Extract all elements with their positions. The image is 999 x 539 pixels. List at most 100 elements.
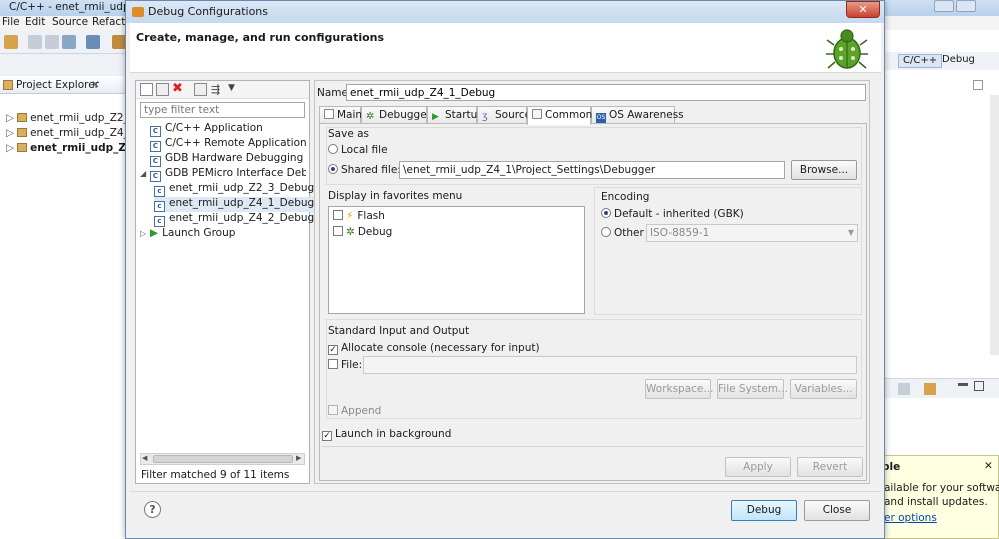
config-icon: c [154, 201, 165, 212]
print-icon[interactable] [62, 35, 76, 49]
delete-icon[interactable]: ✖ [172, 82, 185, 96]
bug-icon: ✲ [366, 111, 375, 122]
tab-source[interactable]: ʒ Source [477, 106, 531, 124]
project-explorer-header: Project Explorer ✕ [0, 76, 130, 94]
chevron-down-icon: ▼ [847, 228, 854, 237]
scrollbar[interactable] [990, 95, 999, 355]
close-button[interactable]: Close [804, 500, 870, 521]
app-icon [132, 7, 144, 17]
checkbox-icon [328, 359, 338, 369]
checkbox-icon: ✓ [328, 345, 338, 355]
menu-edit[interactable]: Edit [25, 16, 45, 28]
dialog-title: Debug Configurations [148, 5, 269, 18]
tree-item-config[interactable]: c enet_rmii_udp_Z2_3_Debug [154, 182, 314, 197]
separator [130, 491, 881, 492]
append-checkbox[interactable]: Append [328, 405, 381, 417]
separator [322, 446, 864, 447]
save-all-icon[interactable] [45, 35, 59, 49]
maximize-icon[interactable] [974, 381, 984, 391]
dialog-close-button[interactable]: ✕ [846, 1, 880, 18]
chevron-down-icon[interactable]: ▼ [228, 83, 241, 96]
new-icon[interactable] [4, 35, 18, 49]
common-tab-icon [532, 109, 542, 119]
notification-link[interactable]: er options [884, 512, 937, 524]
output-file-input[interactable] [363, 356, 857, 374]
tree-item-launch-group[interactable]: ▷ ▶ Launch Group [140, 227, 235, 242]
tree-item-cpp-remote[interactable]: C C/C++ Remote Application [140, 137, 307, 152]
encoding-other-radio[interactable]: Other [601, 227, 644, 239]
tree-item-gdb-pemicro[interactable]: ◢CGDB PEMicro Interface Debugg [140, 167, 306, 182]
minimize-button[interactable] [934, 0, 954, 12]
new-view-icon[interactable] [924, 383, 936, 395]
allocate-console-checkbox[interactable]: ✓ Allocate console (necessary for input) [328, 342, 540, 355]
scroll-left-icon[interactable]: ◀ [142, 454, 147, 462]
scroll-right-icon[interactable]: ▶ [296, 454, 301, 462]
menu-file[interactable]: File [2, 16, 20, 28]
tree-item-config[interactable]: c enet_rmii_udp_Z4_2_Debug [154, 212, 314, 227]
tree-item-cpp-application[interactable]: C C/C++ Application [140, 122, 263, 137]
gdb-pemicro-icon: C [150, 171, 161, 182]
radio-icon [601, 208, 611, 218]
close-icon[interactable]: ✕ [984, 460, 993, 472]
shared-file-radio[interactable]: Shared file: [328, 164, 401, 176]
collapse-all-icon[interactable] [194, 83, 207, 96]
view-menu-icon[interactable] [898, 383, 910, 395]
revert-button[interactable]: Revert [797, 457, 863, 477]
variables-button[interactable]: Variables... [790, 379, 857, 399]
favorite-debug[interactable]: ✲ Debug [333, 226, 392, 238]
tab-main[interactable]: Main [319, 106, 362, 124]
expand-arrow-icon[interactable]: ▷ [140, 229, 150, 238]
debug-button[interactable]: Debug [731, 500, 797, 521]
local-file-radio[interactable]: Local file [328, 144, 388, 156]
radio-icon [328, 164, 338, 174]
build-icon[interactable] [86, 35, 100, 49]
encoding-title: Encoding [601, 191, 650, 203]
duplicate-icon[interactable] [156, 83, 169, 96]
favorites-list: ⚡ Flash ✲ Debug [328, 206, 585, 314]
tree-item-gdb-hardware[interactable]: C GDB Hardware Debugging [140, 152, 303, 167]
tree-item-config-selected[interactable]: c enet_rmii_udp_Z4_1_Debug [154, 197, 317, 212]
horizontal-scrollbar[interactable]: ◀ ▶ [140, 453, 305, 465]
encoding-default-radio[interactable]: Default - inherited (GBK) [601, 208, 744, 220]
workspace-button[interactable]: Workspace... [645, 379, 713, 399]
apply-button[interactable]: Apply [725, 457, 791, 477]
tab-os-awareness[interactable]: OS OS Awareness [591, 106, 684, 124]
output-file-checkbox[interactable]: File: [328, 359, 362, 371]
encoding-group [594, 187, 862, 315]
configuration-editor: Name: Main ✲Debugger ▶Startup ʒSource Co… [314, 80, 870, 484]
tab-startup[interactable]: ▶ Startup [427, 106, 484, 124]
file-system-button[interactable]: File System... [717, 379, 788, 399]
save-icon[interactable] [28, 35, 42, 49]
shared-file-path[interactable]: \enet_rmii_udp_Z4_1\Project_Settings\Deb… [399, 161, 785, 179]
perspective-cpp[interactable]: C/C++ [898, 54, 943, 68]
close-icon[interactable]: ✕ [91, 79, 100, 91]
filter-icon[interactable]: ⇶ [211, 83, 224, 96]
hammer-icon[interactable] [112, 35, 126, 49]
help-icon[interactable]: ? [144, 501, 161, 518]
collapse-arrow-icon[interactable]: ◢ [140, 169, 150, 178]
tab-debugger[interactable]: ✲ Debugger [361, 106, 431, 124]
view-toolbar [884, 378, 999, 398]
tab-common[interactable]: Common [527, 106, 592, 125]
name-input[interactable] [346, 84, 866, 101]
scrollbar-thumb[interactable] [153, 455, 293, 463]
project-icon [17, 113, 28, 122]
launch-group-icon: ▶ [150, 227, 159, 239]
project-icon [17, 128, 28, 137]
notification-text: and install updates. [884, 496, 988, 508]
minimize-icon[interactable] [958, 383, 968, 386]
checkbox-icon [333, 210, 343, 220]
new-config-icon[interactable] [140, 83, 153, 96]
source-icon: ʒ [482, 111, 488, 122]
launch-background-checkbox[interactable]: ✓ Launch in background [322, 428, 451, 441]
favorite-flash[interactable]: ⚡ Flash [333, 210, 385, 222]
notification-text: ailable for your software. [884, 482, 999, 494]
maximize-button[interactable] [956, 0, 976, 12]
config-icon: c [154, 186, 165, 197]
encoding-select[interactable]: ISO-8859-1 ▼ [646, 224, 858, 242]
menu-source[interactable]: Source [52, 16, 88, 28]
browse-button[interactable]: Browse... [791, 160, 857, 180]
perspective-debug[interactable]: Debug [942, 54, 975, 65]
filter-input[interactable] [140, 102, 305, 118]
maximize-icon[interactable] [973, 80, 983, 90]
